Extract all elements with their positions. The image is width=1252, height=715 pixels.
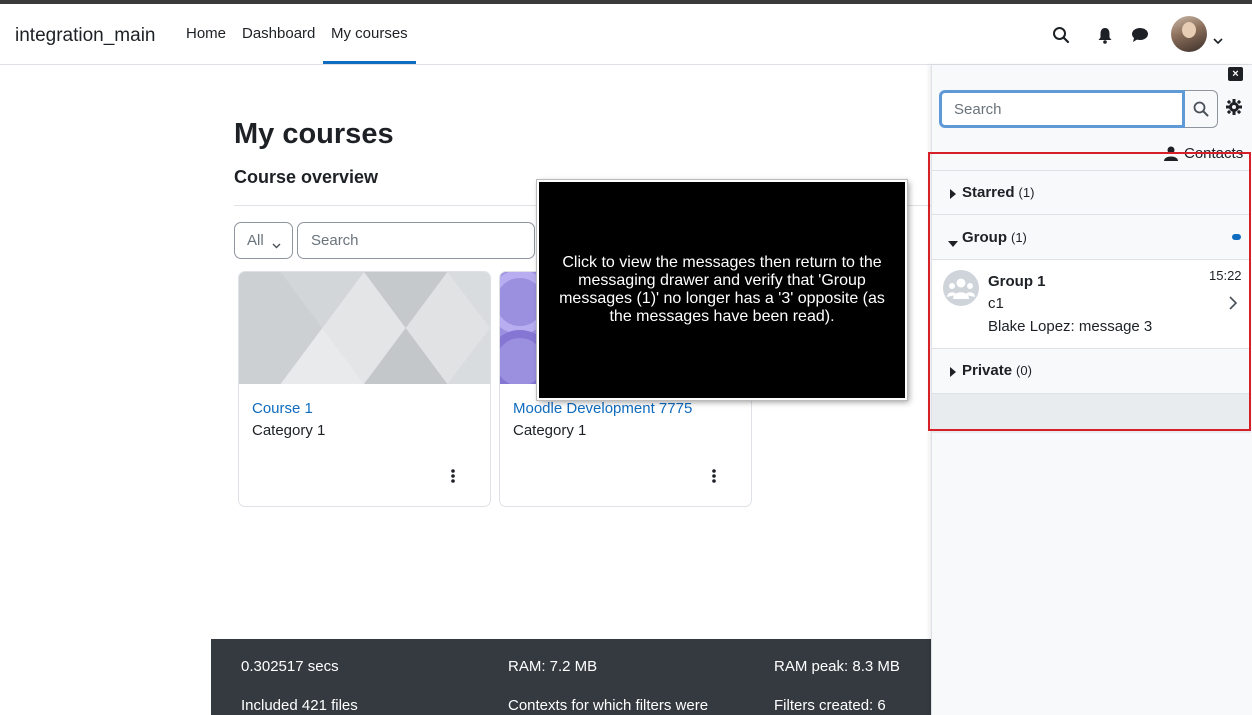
course-link[interactable]: Moodle Development 7775 [513, 400, 692, 417]
course-link[interactable]: Course 1 [252, 400, 313, 417]
section-label: Starred [962, 184, 1015, 201]
group-avatar-icon [943, 270, 979, 306]
test-instruction-tooltip: Click to view the messages then return t… [537, 180, 907, 400]
section-private[interactable]: Private (0) [932, 348, 1251, 393]
chevron-down-icon[interactable] [1213, 32, 1223, 50]
gear-icon[interactable] [1226, 99, 1242, 120]
caret-right-icon [950, 186, 956, 204]
site-name[interactable]: integration_main [15, 25, 155, 47]
conversation-last-message: Blake Lopez: message 3 [988, 318, 1153, 335]
message-search-input[interactable]: Search [939, 90, 1185, 128]
chevron-down-icon [272, 236, 281, 253]
section-label: Private [962, 362, 1013, 379]
section-label: Group [962, 229, 1007, 246]
caret-right-icon [950, 364, 956, 382]
conversation-name: Group 1 [988, 273, 1046, 290]
nav-link-dashboard[interactable]: Dashboard [242, 25, 315, 42]
close-icon[interactable]: × [1228, 67, 1243, 81]
section-count: (1) [1018, 185, 1035, 200]
course-image [239, 272, 490, 384]
drawer-empty-area [932, 393, 1251, 433]
nav-link-home[interactable]: Home [186, 25, 226, 42]
course-search-input[interactable]: Search [297, 222, 535, 259]
section-starred[interactable]: Starred (1) [932, 170, 1251, 215]
footer-item: Contexts for which filters were [508, 697, 709, 714]
course-actions-menu-icon[interactable] [709, 468, 719, 484]
navbar: integration_main Home Dashboard My cours… [0, 4, 1252, 65]
contacts-link[interactable]: Contacts [1164, 145, 1243, 162]
course-overview-heading: Course overview [234, 167, 379, 187]
contacts-label: Contacts [1184, 145, 1244, 162]
footer-item: RAM: 7.2 MB [508, 658, 598, 675]
footer-item: Included 421 files [241, 697, 358, 714]
messages-chat-icon[interactable] [1129, 24, 1151, 46]
course-category: Category 1 [513, 422, 587, 439]
course-card[interactable]: Course 1 Category 1 [238, 271, 491, 507]
unread-indicator [1232, 234, 1241, 240]
footer-item: RAM peak: 8.3 MB [774, 658, 900, 675]
caret-down-icon [948, 234, 958, 252]
section-group[interactable]: Group (1) [932, 214, 1251, 260]
page-title: My courses [234, 118, 394, 150]
notification-bell-icon[interactable] [1094, 24, 1116, 46]
course-actions-menu-icon[interactable] [448, 468, 458, 484]
active-nav-indicator [323, 61, 416, 64]
performance-footer: 0.302517 secs RAM: 7.2 MB RAM peak: 8.3 … [211, 639, 931, 715]
nav-link-my-courses[interactable]: My courses [331, 25, 408, 42]
message-search-button[interactable] [1185, 90, 1218, 128]
person-icon [1164, 146, 1178, 161]
footer-item: Filters created: 6 [774, 697, 886, 714]
course-category: Category 1 [252, 422, 326, 439]
course-filter-select[interactable]: All [234, 222, 293, 259]
conversation-item[interactable]: Group 1 c1 Blake Lopez: message 3 15:22 [932, 259, 1251, 348]
chevron-right-icon [1229, 296, 1238, 315]
user-avatar[interactable] [1171, 16, 1207, 52]
search-icon[interactable] [1050, 24, 1072, 46]
messaging-drawer: × Search Contacts Starred (1) Group (1) Gr… [928, 65, 1252, 715]
footer-item: 0.302517 secs [241, 658, 339, 675]
search-icon [1193, 101, 1209, 117]
tooltip-text: Click to view the messages then return t… [559, 254, 885, 325]
section-count: (0) [1016, 363, 1032, 378]
filter-select-value: All [247, 232, 264, 249]
conversation-subtitle: c1 [988, 295, 1004, 312]
conversation-time: 15:22 [1209, 268, 1242, 283]
section-count: (1) [1011, 230, 1027, 245]
